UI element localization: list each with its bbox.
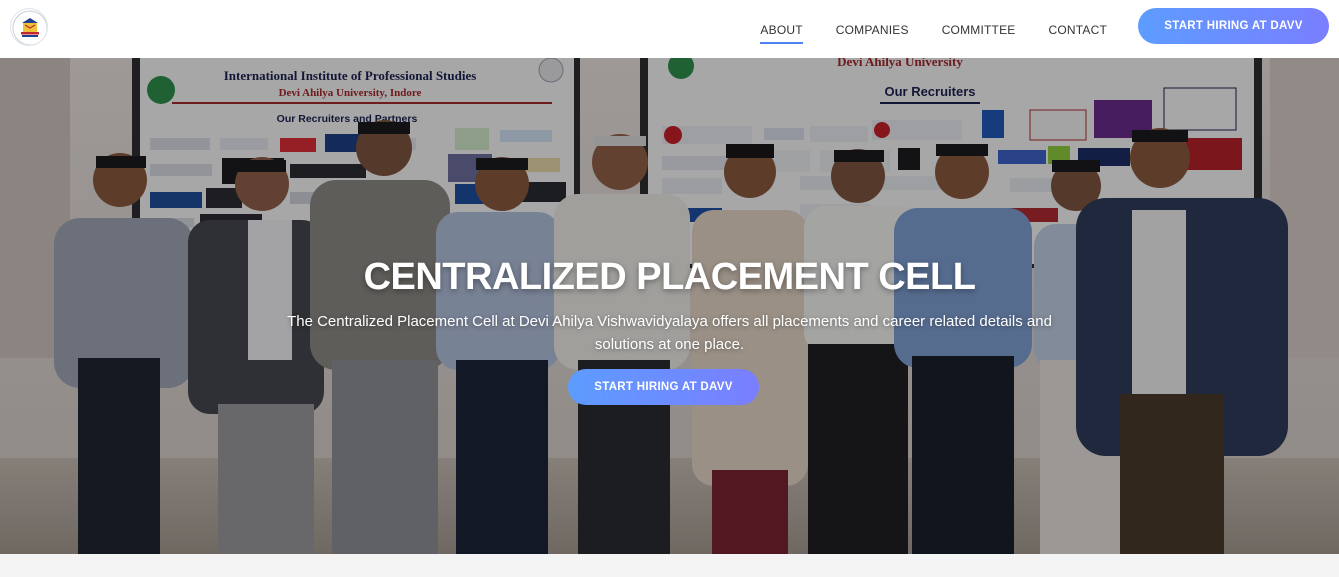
main-nav: ABOUT COMPANIES COMMITTEE CONTACT	[760, 0, 1107, 58]
nav-link-contact[interactable]: CONTACT	[1048, 19, 1107, 39]
top-navbar: ABOUT COMPANIES COMMITTEE CONTACT START …	[0, 0, 1339, 58]
nav-link-committee[interactable]: COMMITTEE	[942, 19, 1016, 39]
hero-title: CENTRALIZED PLACEMENT CELL	[363, 256, 976, 298]
university-logo[interactable]	[10, 8, 48, 46]
hero-content: CENTRALIZED PLACEMENT CELL The Centraliz…	[0, 58, 1339, 554]
nav-link-companies[interactable]: COMPANIES	[836, 19, 909, 39]
start-hiring-nav-button[interactable]: START HIRING AT DAVV	[1138, 8, 1329, 44]
hero-description: The Centralized Placement Cell at Devi A…	[287, 313, 1052, 353]
nav-link-about[interactable]: ABOUT	[760, 19, 804, 44]
page-bottom-strip	[0, 554, 1339, 577]
start-hiring-hero-button[interactable]: START HIRING AT DAVV	[568, 369, 759, 405]
hero-section: International Institute of Professional …	[0, 58, 1339, 554]
